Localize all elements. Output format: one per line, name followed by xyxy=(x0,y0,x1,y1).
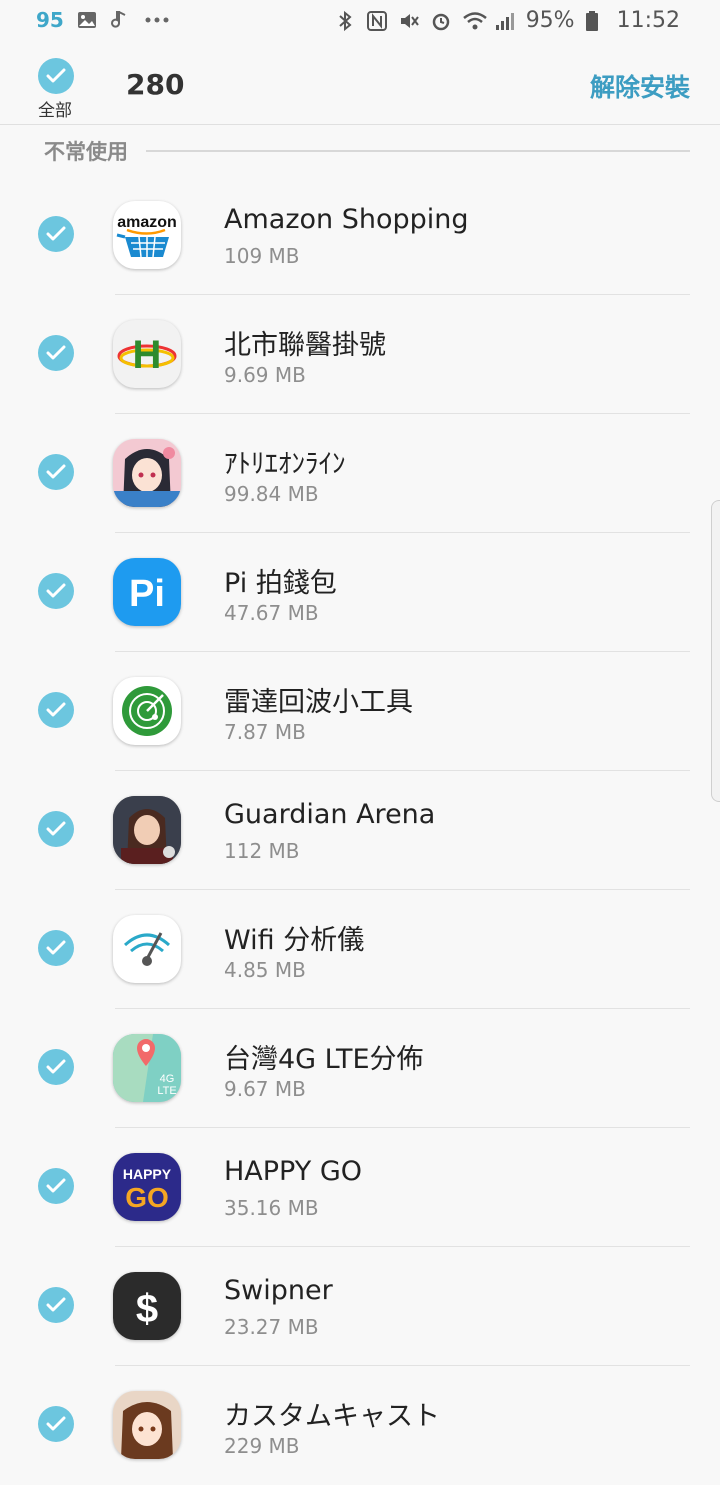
app-name: Guardian Arena xyxy=(224,799,436,830)
app-checkbox[interactable] xyxy=(38,811,74,847)
app-name: Swipner xyxy=(224,1275,333,1306)
uninstall-button[interactable]: 解除安裝 xyxy=(590,68,690,104)
checkmark-icon xyxy=(46,702,66,717)
scroll-handle[interactable] xyxy=(711,500,720,802)
checkmark-icon xyxy=(46,464,66,479)
app-checkbox[interactable] xyxy=(38,335,74,371)
app-row[interactable]: Guardian Arena 112 MB xyxy=(0,771,720,890)
svg-text:amazon: amazon xyxy=(117,214,177,231)
hospital-h-icon: H xyxy=(113,320,181,388)
app-name: 台灣4G LTE分佈 xyxy=(224,1044,424,1075)
wifi-icon xyxy=(462,10,487,32)
app-row[interactable]: ｱﾄﾘｴｵﾝﾗｲﾝ 99.84 MB xyxy=(0,414,720,533)
checkmark-icon xyxy=(46,1297,66,1312)
app-name: 雷達回波小工具 xyxy=(224,687,413,718)
app-name: 北市聯醫掛號 xyxy=(224,330,386,361)
app-name: Amazon Shopping xyxy=(224,204,469,235)
app-size: 4.85 MB xyxy=(224,958,306,982)
checkmark-icon xyxy=(46,583,66,598)
app-size: 99.84 MB xyxy=(224,482,319,506)
app-checkbox[interactable] xyxy=(38,692,74,728)
svg-text:GO: GO xyxy=(125,1182,169,1213)
app-size: 112 MB xyxy=(224,839,300,863)
svg-text:LTE: LTE xyxy=(157,1085,176,1097)
app-checkbox[interactable] xyxy=(38,1287,74,1323)
checkmark-icon xyxy=(46,940,66,955)
checkmark-icon xyxy=(46,1178,66,1193)
checkmark-icon xyxy=(46,1416,66,1431)
checkmark-icon xyxy=(46,68,66,83)
select-all-label: 全部 xyxy=(38,101,72,121)
status-number: 95 xyxy=(36,8,64,32)
battery-percent: 95% xyxy=(525,8,575,33)
app-checkbox[interactable] xyxy=(38,216,74,252)
pi-wallet-icon: Pi xyxy=(113,558,181,626)
selection-header: 全部 280 解除安裝 xyxy=(0,52,720,125)
app-checkbox[interactable] xyxy=(38,454,74,490)
app-size: 23.27 MB xyxy=(224,1315,319,1339)
happy-go-icon: HAPPY GO xyxy=(113,1153,181,1221)
app-size: 229 MB xyxy=(224,1434,300,1458)
svg-text:H: H xyxy=(133,333,162,377)
app-row[interactable]: 雷達回波小工具 7.87 MB xyxy=(0,652,720,771)
checkmark-icon xyxy=(46,226,66,241)
app-list: amazon Amazon Shopping 109 MB H 北市聯醫掛號 9… xyxy=(0,176,720,1485)
bluetooth-icon xyxy=(334,10,356,32)
svg-text:HAPPY: HAPPY xyxy=(123,1166,172,1182)
app-checkbox[interactable] xyxy=(38,1406,74,1442)
wifi-analyzer-icon xyxy=(113,915,181,983)
warrior-icon xyxy=(113,796,181,864)
custom-cast-icon xyxy=(113,1391,181,1459)
app-checkbox[interactable] xyxy=(38,573,74,609)
checkmark-icon xyxy=(46,821,66,836)
more-icon xyxy=(144,9,169,31)
amazon-icon: amazon xyxy=(113,201,181,269)
svg-text:4G: 4G xyxy=(160,1073,175,1085)
app-size: 9.67 MB xyxy=(224,1077,306,1101)
section-title: 不常使用 xyxy=(44,136,140,166)
svg-text:Pi: Pi xyxy=(129,573,165,615)
app-row[interactable]: カスタムキャスト 229 MB xyxy=(0,1366,720,1485)
signal-icon xyxy=(494,10,516,32)
app-row[interactable]: $ Swipner 23.27 MB xyxy=(0,1247,720,1366)
app-name: Wifi 分析儀 xyxy=(224,925,365,956)
app-size: 47.67 MB xyxy=(224,601,319,625)
app-checkbox[interactable] xyxy=(38,1168,74,1204)
anime-girl-icon xyxy=(113,439,181,507)
app-size: 9.69 MB xyxy=(224,363,306,387)
alarm-icon xyxy=(430,10,452,32)
app-size: 7.87 MB xyxy=(224,720,306,744)
app-row[interactable]: 4G LTE 台灣4G LTE分佈 9.67 MB xyxy=(0,1009,720,1128)
gallery-icon xyxy=(76,9,98,31)
app-name: カスタムキャスト xyxy=(224,1401,440,1432)
checkmark-icon xyxy=(46,345,66,360)
app-size: 35.16 MB xyxy=(224,1196,319,1220)
radar-icon xyxy=(113,677,181,745)
app-name: HAPPY GO xyxy=(224,1156,362,1187)
checkmark-icon xyxy=(46,1059,66,1074)
svg-text:$: $ xyxy=(136,1287,158,1331)
section-header: 不常使用 xyxy=(44,136,690,166)
select-all-checkbox[interactable] xyxy=(38,58,74,94)
selected-count: 280 xyxy=(126,68,185,101)
status-bar: 95 95% 11:52 xyxy=(0,0,720,44)
app-name: ｱﾄﾘｴｵﾝﾗｲﾝ xyxy=(224,449,346,480)
dollar-icon: $ xyxy=(113,1272,181,1340)
app-checkbox[interactable] xyxy=(38,930,74,966)
app-row[interactable]: Pi Pi 拍錢包 47.67 MB xyxy=(0,533,720,652)
app-checkbox[interactable] xyxy=(38,1049,74,1085)
app-size: 109 MB xyxy=(224,244,300,268)
lte-map-icon: 4G LTE xyxy=(113,1034,181,1102)
clock: 11:52 xyxy=(616,8,680,33)
section-divider xyxy=(146,150,690,152)
nfc-icon xyxy=(366,10,388,32)
app-row[interactable]: H 北市聯醫掛號 9.69 MB xyxy=(0,295,720,414)
battery-icon xyxy=(585,10,607,32)
app-row[interactable]: HAPPY GO HAPPY GO 35.16 MB xyxy=(0,1128,720,1247)
app-row[interactable]: amazon Amazon Shopping 109 MB xyxy=(0,176,720,295)
app-name: Pi 拍錢包 xyxy=(224,568,337,599)
mute-icon xyxy=(398,10,420,32)
music-icon xyxy=(110,9,132,31)
app-row[interactable]: Wifi 分析儀 4.85 MB xyxy=(0,890,720,1009)
